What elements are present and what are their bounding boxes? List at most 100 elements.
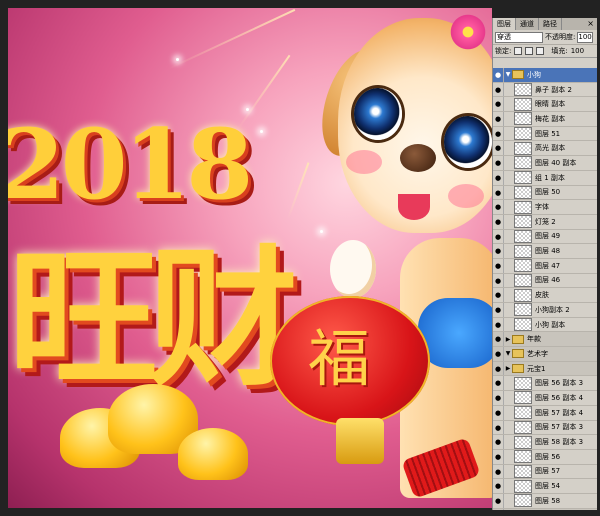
layer-row[interactable]: ● 高光 副本 (493, 141, 597, 157)
eye-icon[interactable]: ● (493, 493, 504, 508)
layer-thumbnail (514, 479, 532, 493)
layer-group-row[interactable]: ● ▼ 艺术字 (493, 347, 597, 362)
eye-icon[interactable]: ● (493, 170, 504, 185)
eye-icon[interactable]: ● (493, 303, 504, 317)
folder-icon (512, 364, 524, 374)
dog-eye-right (444, 116, 492, 168)
layer-row[interactable]: ● 图层 40 副本 (493, 156, 597, 171)
layer-row[interactable]: ● 图层 56 (493, 449, 597, 465)
layer-thumbnail (514, 420, 532, 434)
eye-icon[interactable]: ● (493, 156, 504, 170)
layer-thumbnail (514, 450, 532, 464)
light-streak (167, 8, 296, 70)
dog-eye-left (354, 88, 402, 140)
dog-cheek (448, 184, 484, 208)
eye-icon[interactable]: ● (493, 405, 504, 420)
eye-icon[interactable]: ● (493, 229, 504, 244)
layer-row[interactable]: ● 图层 56 副本 3 (493, 376, 597, 392)
layer-row[interactable]: ● 图层 57 副本 3 (493, 420, 597, 436)
eye-icon[interactable]: ● (493, 508, 504, 510)
lock-position-icon[interactable] (536, 47, 545, 55)
tab-layers[interactable]: 图层 (493, 18, 516, 30)
eye-icon[interactable]: ● (493, 479, 504, 493)
layer-name: 元宝1 (527, 364, 546, 373)
eye-icon[interactable]: ● (493, 185, 504, 200)
chevron-down-icon[interactable]: ▼ (504, 71, 512, 78)
layer-row[interactable]: ● 图层 48 (493, 244, 597, 259)
eye-icon[interactable]: ● (493, 82, 504, 97)
chevron-right-icon[interactable]: ▶ (504, 365, 512, 372)
eye-icon[interactable]: ● (493, 258, 504, 273)
layer-row[interactable]: ● 字体 (493, 200, 597, 215)
layer-group-row[interactable]: ●▶元宝2 (493, 508, 597, 510)
layer-thumbnail (514, 185, 532, 199)
eye-icon[interactable]: ● (493, 347, 504, 361)
layer-row[interactable]: ● 图层 57 副本 4 (493, 405, 597, 421)
eye-icon[interactable]: ● (493, 273, 504, 288)
eye-icon[interactable]: ● (493, 112, 504, 126)
eye-icon[interactable]: ● (493, 288, 504, 302)
blend-mode-select[interactable]: 穿透 (495, 31, 543, 43)
layer-row[interactable]: ● 梅花 副本 (493, 112, 597, 127)
fill-input[interactable]: 100 (571, 47, 584, 55)
eye-icon[interactable]: ● (493, 420, 504, 435)
layer-name: 小狗副本 2 (535, 305, 570, 314)
layer-row[interactable]: ● 小狗副本 2 (493, 303, 597, 318)
layer-name: 小狗 (527, 70, 541, 79)
layer-row[interactable]: ● 图层 51 (493, 126, 597, 142)
layer-thumbnail (514, 303, 532, 317)
layer-name: 灯笼 2 (535, 217, 556, 226)
layer-row[interactable]: ● 组 1 副本 (493, 170, 597, 186)
eye-icon[interactable]: ● (493, 126, 504, 141)
flower-ornament (448, 12, 488, 52)
layer-row[interactable]: ● 图层 50 (493, 185, 597, 201)
eye-icon[interactable]: ● (493, 97, 504, 112)
eye-icon[interactable]: ● (493, 361, 504, 376)
chevron-down-icon[interactable]: ▼ (504, 350, 512, 357)
layer-name: 图层 50 (535, 188, 561, 197)
layer-thumbnail (514, 391, 532, 405)
eye-icon[interactable]: ● (493, 376, 504, 391)
chevron-right-icon[interactable]: ▶ (504, 336, 512, 343)
layer-row[interactable]: ● 灯笼 2 (493, 214, 597, 230)
document-canvas[interactable]: 2018 旺财 福 (8, 8, 492, 508)
layer-row[interactable]: ● 图层 58 (493, 493, 597, 509)
eye-icon[interactable]: ● (493, 68, 504, 82)
eye-icon[interactable]: ● (493, 435, 504, 449)
layer-row[interactable]: ● 图层 47 (493, 258, 597, 274)
eye-icon[interactable]: ● (493, 449, 504, 464)
layers-panel: 图层 通道 路径 × 穿透 不透明度: 100 锁定: 填充: 100 ● ▼ 小狗… (492, 18, 597, 510)
title-text: 旺财 (8, 231, 298, 407)
lock-pixels-icon[interactable] (525, 47, 534, 55)
eye-icon[interactable]: ● (493, 214, 504, 229)
eye-icon[interactable]: ● (493, 317, 504, 332)
sparkle (260, 130, 263, 133)
lock-transparency-icon[interactable] (514, 47, 523, 55)
eye-icon[interactable]: ● (493, 391, 504, 405)
opacity-input[interactable]: 100 (577, 31, 594, 43)
layer-row[interactable]: ● 鼻子 副本 2 (493, 82, 597, 98)
layer-row[interactable]: ● 图层 57 (493, 464, 597, 480)
layer-row[interactable]: ● 眼睛 副本 (493, 97, 597, 113)
tab-channels[interactable]: 通道 (516, 18, 539, 30)
tab-paths[interactable]: 路径 (539, 18, 562, 30)
layer-row[interactable]: ● 图层 56 副本 4 (493, 391, 597, 406)
eye-icon[interactable]: ● (493, 200, 504, 214)
layer-row[interactable]: ● 图层 49 (493, 229, 597, 245)
eye-icon[interactable]: ● (493, 244, 504, 258)
layer-group-row[interactable]: ● ▼ 小狗 (493, 68, 597, 83)
layer-row[interactable]: ● 皮肤 (493, 288, 597, 303)
layer-group-row[interactable]: ● ▶ 元宝1 (493, 361, 597, 377)
eye-icon[interactable]: ● (493, 141, 504, 156)
layer-thumbnail (514, 171, 532, 185)
close-icon[interactable]: × (587, 19, 594, 29)
layer-row[interactable]: ● 图层 54 (493, 479, 597, 494)
layer-row[interactable]: ● 小狗 副本 (493, 317, 597, 333)
layer-group-row[interactable]: ● ▶ 年款 (493, 332, 597, 348)
layer-name: 图层 58 (535, 496, 561, 505)
layer-name: 图层 47 (535, 261, 561, 270)
layer-row[interactable]: ● 图层 58 副本 3 (493, 435, 597, 450)
layer-row[interactable]: ● 图层 46 (493, 273, 597, 289)
eye-icon[interactable]: ● (493, 332, 504, 347)
eye-icon[interactable]: ● (493, 464, 504, 479)
